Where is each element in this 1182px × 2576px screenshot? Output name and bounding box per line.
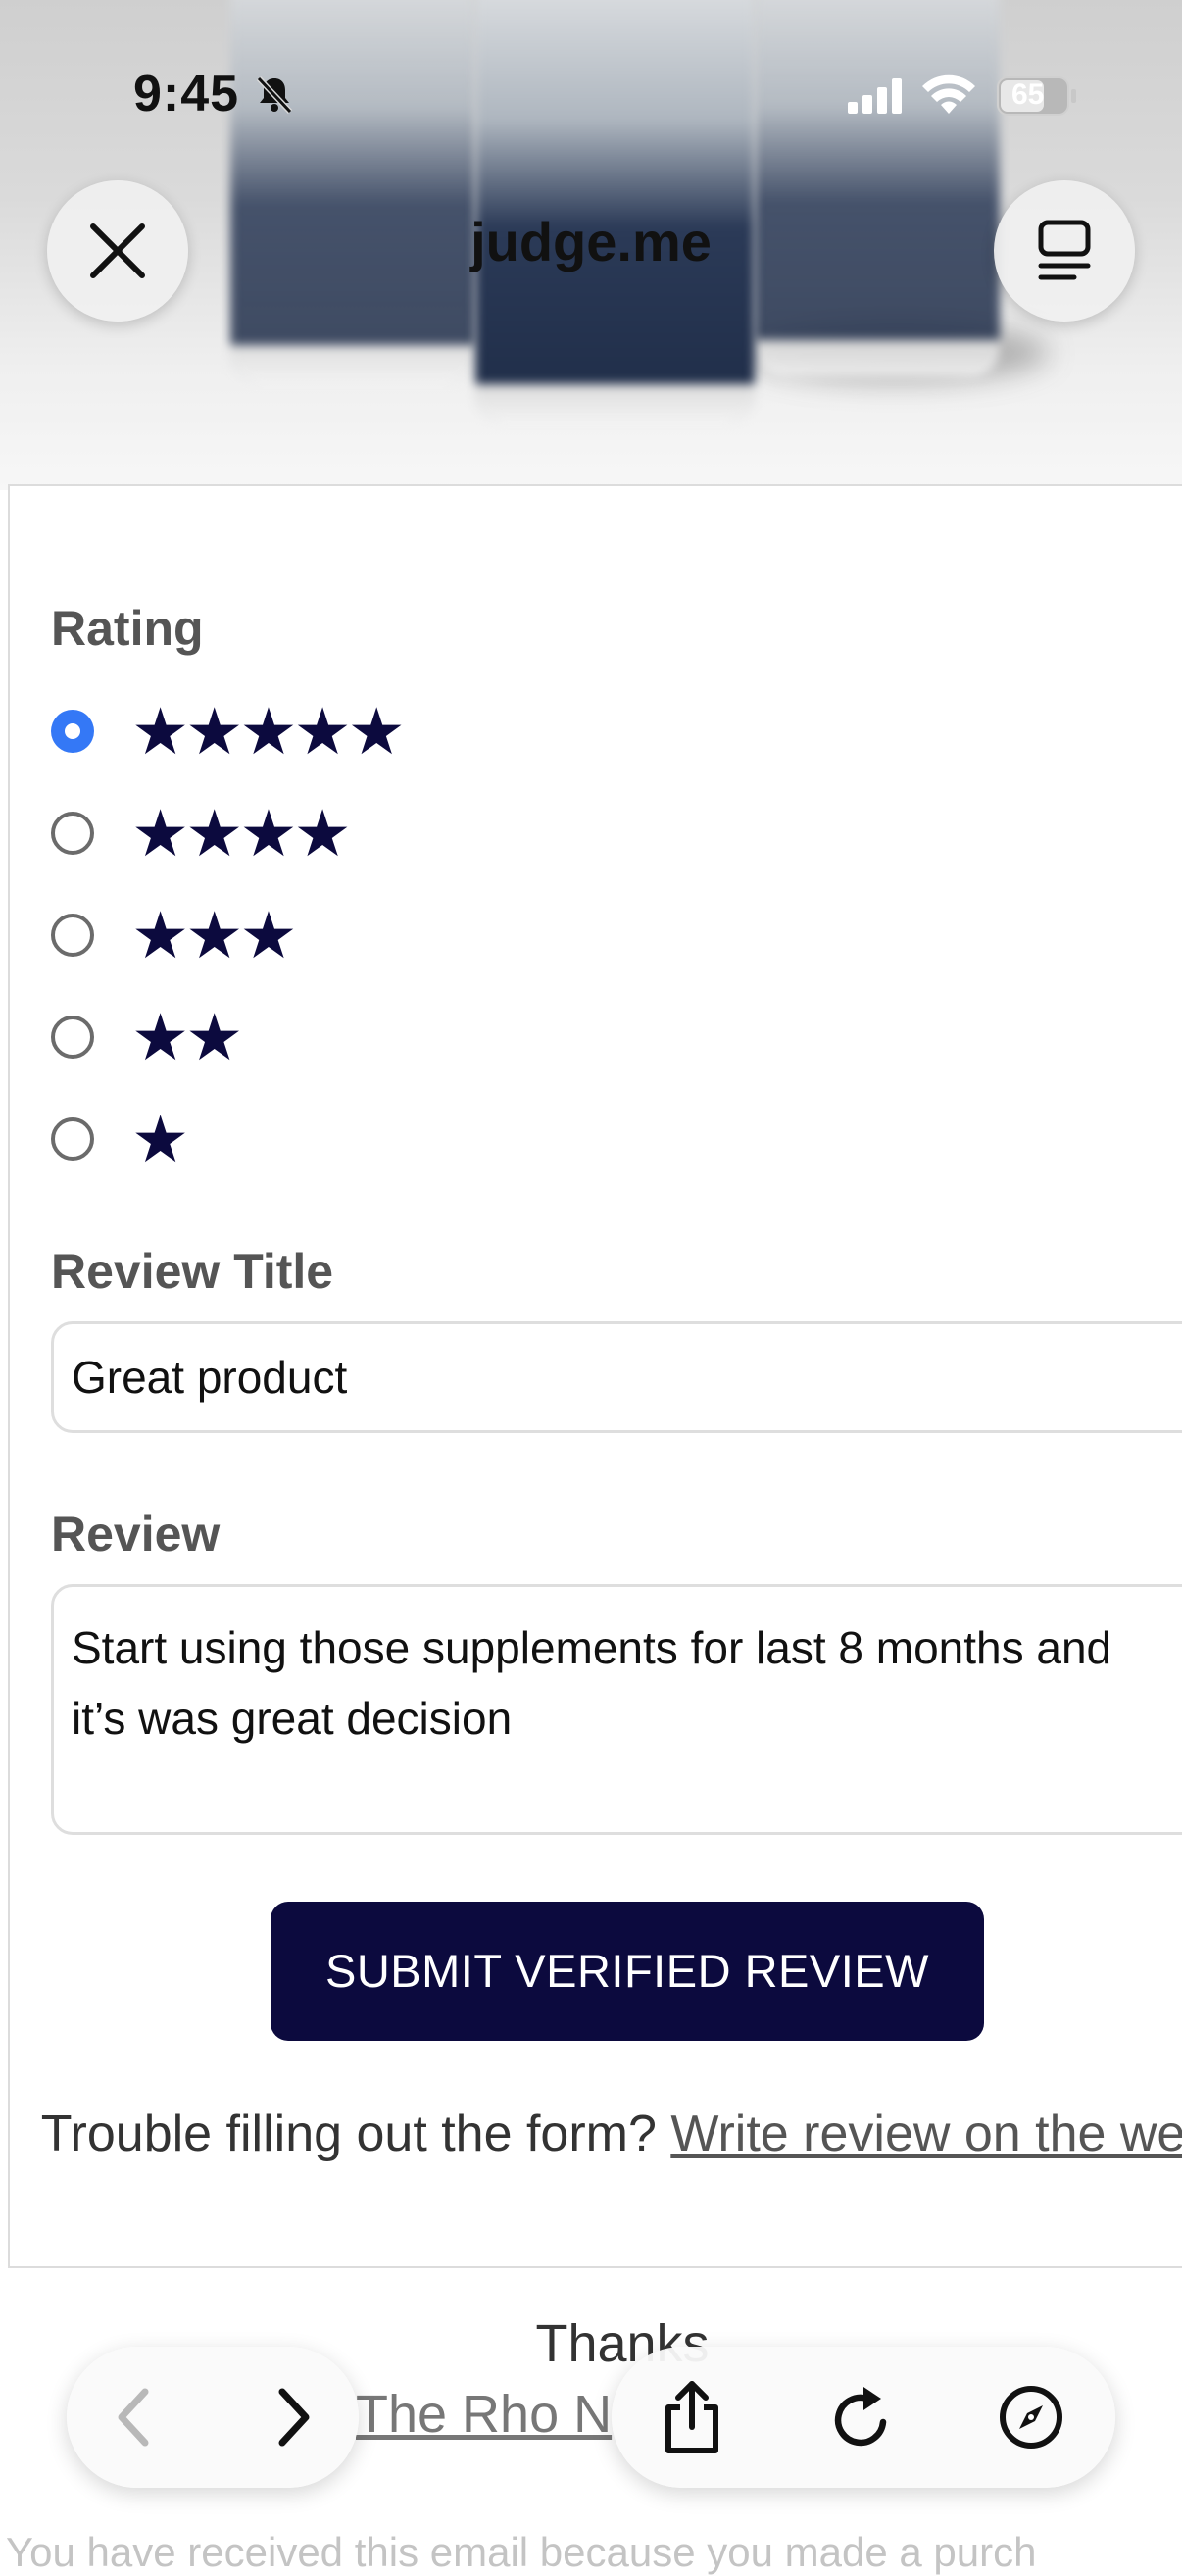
- shop-name-link[interactable]: The Rho N: [356, 2384, 612, 2445]
- back-button[interactable]: [102, 2386, 165, 2449]
- trouble-notice: Trouble filling out the form? Write revi…: [39, 2100, 1182, 2168]
- chevron-left-icon: [118, 2388, 149, 2447]
- review-textarea[interactable]: Start using those supplements for last 8…: [51, 1584, 1182, 1835]
- rating-option-4[interactable]: ★★★★: [51, 797, 352, 869]
- rating-stars-2: ★★: [131, 1001, 243, 1073]
- rating-stars-3: ★★★: [131, 899, 298, 971]
- battery-level: 65: [1011, 78, 1045, 111]
- rating-option-1[interactable]: ★: [51, 1103, 189, 1175]
- rating-radio-5[interactable]: [51, 710, 94, 753]
- forward-button[interactable]: [263, 2386, 325, 2449]
- rating-radio-1[interactable]: [51, 1117, 94, 1161]
- status-bar: 9:45 65: [0, 0, 1182, 196]
- rating-radio-4[interactable]: [51, 812, 94, 855]
- review-text-line: it’s was great decision: [72, 1693, 513, 1744]
- reader-view-button[interactable]: [994, 180, 1135, 322]
- reload-icon: [834, 2387, 887, 2447]
- reload-button[interactable]: [825, 2380, 900, 2454]
- wifi-icon: [921, 74, 976, 121]
- submit-review-button[interactable]: SUBMIT VERIFIED REVIEW: [271, 1902, 984, 2041]
- rating-stars-1: ★: [131, 1103, 189, 1175]
- trouble-text: Trouble filling out the form?: [40, 2105, 657, 2162]
- review-title-label: Review Title: [51, 1244, 334, 1299]
- review-text-line: Start using those supplements for last 8…: [72, 1622, 1112, 1673]
- review-title-input[interactable]: Great product: [51, 1321, 1182, 1433]
- rating-stars-5: ★★★★★: [131, 695, 406, 768]
- rating-option-5[interactable]: ★★★★★: [51, 695, 406, 768]
- rating-stars-4: ★★★★: [131, 797, 352, 869]
- silent-bell-icon: [253, 73, 296, 121]
- chevron-right-icon: [278, 2388, 310, 2447]
- share-icon: [665, 2381, 718, 2453]
- status-time: 9:45: [133, 66, 240, 123]
- rating-radio-3[interactable]: [51, 914, 94, 957]
- share-button[interactable]: [655, 2374, 729, 2460]
- browser-menu-button[interactable]: [994, 2380, 1068, 2454]
- rating-option-2[interactable]: ★★: [51, 1001, 243, 1073]
- footer-note: You have received this email because you…: [6, 2529, 1037, 2575]
- cellular-signal-icon: [848, 78, 905, 119]
- rating-option-3[interactable]: ★★★: [51, 899, 298, 971]
- compass-icon: [1000, 2386, 1062, 2449]
- rating-label: Rating: [51, 601, 204, 656]
- reader-icon: [1038, 220, 1091, 280]
- rating-radio-2[interactable]: [51, 1016, 94, 1059]
- review-label: Review: [51, 1507, 221, 1561]
- write-review-web-link[interactable]: Write review on the web: [670, 2105, 1182, 2162]
